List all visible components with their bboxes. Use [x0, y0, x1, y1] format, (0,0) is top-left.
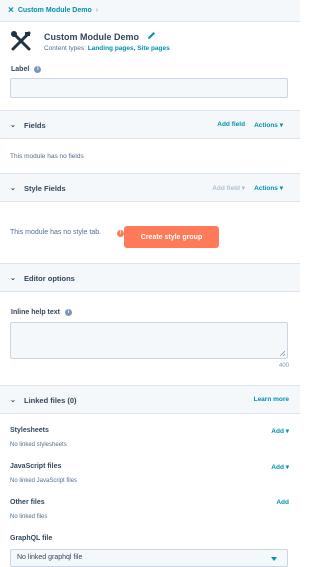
actions-label: Actions — [254, 122, 278, 129]
add-other-file-button[interactable]: Add — [276, 499, 289, 506]
actions-dropdown[interactable]: Actions ▾ — [254, 121, 283, 129]
label-field-label: Label — [11, 66, 30, 73]
add-style-field-label: Add field — [212, 185, 240, 192]
add-field-button[interactable]: Add field — [217, 121, 245, 129]
graphql-file-select[interactable]: No linked graphql file — [10, 549, 288, 567]
javascript-files-title: JavaScript files — [10, 463, 62, 470]
create-style-group-button[interactable]: Create style group — [124, 226, 219, 248]
fields-section-title: Fields — [24, 121, 46, 130]
help-text-textarea[interactable] — [10, 322, 288, 359]
chevron-right-icon: › — [95, 7, 99, 14]
content-types-links[interactable]: Landing pages, Site pages — [88, 45, 170, 52]
learn-more-link[interactable]: Learn more — [254, 396, 289, 403]
style-actions-label: Actions — [254, 185, 278, 192]
breadcrumb: × Custom Module Demo › — [0, 0, 300, 22]
editor-options-section-header[interactable]: ⌄ Editor options — [0, 263, 300, 292]
caret-down-icon — [271, 557, 277, 561]
style-actions-dropdown[interactable]: Actions ▾ — [254, 184, 283, 192]
close-icon[interactable]: × — [8, 5, 14, 16]
pencil-icon[interactable] — [147, 31, 156, 40]
module-title: Custom Module Demo — [44, 32, 140, 42]
help-text-row: Inline help text i — [11, 309, 73, 316]
chevron-down-icon[interactable]: ⌄ — [10, 397, 16, 404]
style-fields-section-header[interactable]: ⌄ Style Fields Add field ▾ Actions ▾ — [0, 173, 300, 202]
add-stylesheet-button[interactable]: Add ▾ — [271, 427, 289, 435]
style-empty-text: This module has no style tab. — [10, 229, 102, 236]
info-icon[interactable]: i — [117, 230, 124, 237]
fields-section-header[interactable]: ⌄ Fields Add field Actions ▾ — [0, 110, 300, 139]
help-text-label: Inline help text — [11, 309, 61, 316]
info-icon[interactable]: i — [34, 66, 42, 73]
style-fields-section-title: Style Fields — [24, 184, 66, 193]
label-input[interactable] — [10, 78, 288, 98]
breadcrumb-module-link[interactable]: Custom Module Demo — [18, 7, 92, 14]
add-javascript-label: Add — [271, 464, 284, 471]
graphql-file-title: GraphQL file — [10, 535, 53, 542]
label-row: Label i — [11, 66, 42, 73]
fields-empty-text: This module has no fields — [10, 153, 84, 160]
javascript-empty-text: No linked JavaScript files — [10, 478, 78, 484]
info-icon[interactable]: i — [65, 309, 73, 316]
char-count: 400 — [278, 363, 289, 369]
chevron-down-icon[interactable]: ⌄ — [10, 185, 16, 192]
module-header: Custom Module Demo Content types: Landin… — [0, 22, 300, 58]
chevron-down-icon[interactable]: ⌄ — [10, 275, 16, 282]
add-javascript-button[interactable]: Add ▾ — [271, 463, 289, 471]
editor-options-title: Editor options — [24, 274, 75, 283]
other-files-empty-text: No linked files — [10, 514, 48, 520]
content-types-prefix: Content types: — [44, 45, 86, 52]
content-types: Content types: Landing pages, Site pages — [44, 45, 170, 52]
wrench-screwdriver-icon — [11, 31, 31, 51]
resize-handle-icon[interactable] — [279, 350, 285, 356]
add-stylesheet-label: Add — [271, 428, 284, 435]
other-files-title: Other files — [10, 499, 45, 506]
add-style-field-button[interactable]: Add field ▾ — [212, 184, 245, 192]
graphql-selected-value: No linked graphql file — [17, 554, 83, 561]
stylesheets-empty-text: No linked stylesheets — [10, 442, 67, 448]
linked-files-title: Linked files (0) — [24, 396, 77, 405]
chevron-down-icon[interactable]: ⌄ — [10, 122, 16, 129]
stylesheets-title: Stylesheets — [10, 427, 49, 434]
linked-files-section-header[interactable]: ⌄ Linked files (0) Learn more — [0, 385, 300, 414]
